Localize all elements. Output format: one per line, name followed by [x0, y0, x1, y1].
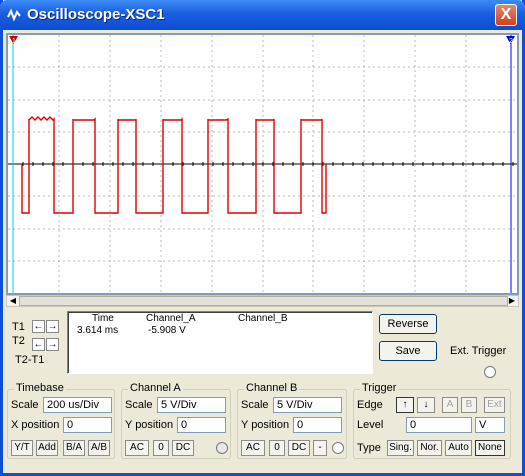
t2-left-button[interactable]: ←	[32, 338, 45, 351]
reverse-button[interactable]: Reverse	[379, 314, 437, 334]
trigger-b-button[interactable]: B	[461, 397, 477, 413]
channel-a-ac-button[interactable]: AC	[125, 440, 149, 456]
scroll-right-icon[interactable]: ▶	[506, 296, 518, 306]
channel-a-scale-label: Scale	[125, 399, 153, 411]
channel-b-terminal[interactable]	[332, 442, 344, 454]
header-channel-a: Channel_A	[146, 313, 196, 324]
channel-b-ypos-field[interactable]: 0	[293, 417, 342, 433]
type-none-button[interactable]: None	[475, 440, 505, 456]
level-field[interactable]: 0	[406, 417, 472, 433]
center-axis	[8, 162, 517, 166]
level-label: Level	[357, 419, 384, 431]
channel-b-ypos-label: Y position	[241, 419, 290, 431]
t2-right-button[interactable]: →	[46, 338, 59, 351]
timebase-scale-label: Scale	[11, 399, 39, 411]
channel-b-scale-field[interactable]: 5 V/Div	[273, 397, 342, 413]
ext-trigger-label: Ext. Trigger	[450, 345, 507, 357]
close-button[interactable]: X	[495, 4, 517, 26]
channel-a-group: Channel A Scale 5 V/Div Y position 0 AC …	[121, 382, 231, 459]
channel-a-terminal[interactable]	[216, 442, 228, 454]
title-bar[interactable]: Oscilloscope-XSC1 X	[0, 0, 525, 30]
cursor-readout: Time Channel_A Channel_B 3.614 ms -5.908…	[67, 311, 373, 374]
t1-right-button[interactable]: →	[46, 320, 59, 333]
oscilloscope-window: Oscilloscope-XSC1 X 1 2 ◀ ▶ T1 ← → T2 ← …	[0, 0, 525, 476]
t2-t1-label: T2-T1	[15, 354, 45, 366]
scope-plot: 1 2	[8, 35, 517, 293]
mode-add-button[interactable]: Add	[36, 440, 58, 456]
scope-display[interactable]: 1 2	[6, 33, 519, 295]
mode-ba-button[interactable]: B/A	[63, 440, 85, 456]
timebase-group: Timebase Scale 200 us/Div X position 0 Y…	[7, 382, 115, 459]
type-single-button[interactable]: Sing.	[387, 440, 414, 456]
timebase-title: Timebase	[14, 382, 66, 394]
header-time: Time	[92, 313, 114, 324]
channel-a-scale-field[interactable]: 5 V/Div	[157, 397, 226, 413]
channel-b-dc-button[interactable]: DC	[288, 440, 310, 456]
header-channel-b: Channel_B	[238, 313, 288, 324]
channel-b-zero-button[interactable]: 0	[269, 440, 285, 456]
trigger-a-button[interactable]: A	[442, 397, 458, 413]
trigger-title: Trigger	[360, 382, 399, 394]
ext-trigger-terminal[interactable]	[484, 366, 496, 378]
channel-b-title: Channel B	[244, 382, 300, 394]
channel-b-group: Channel B Scale 5 V/Div Y position 0 AC …	[237, 382, 347, 459]
window-title: Oscilloscope-XSC1	[27, 6, 165, 23]
t1-channel-a-value: -5.908 V	[148, 325, 186, 336]
t1-time-value: 3.614 ms	[77, 325, 119, 336]
rising-edge-button[interactable]: ↑	[396, 397, 414, 413]
level-unit-field[interactable]: V	[475, 417, 505, 433]
cursor-controls: T1 ← → T2 ← → T2-T1	[9, 313, 67, 373]
channel-b-ac-button[interactable]: AC	[241, 440, 265, 456]
trigger-group: Trigger Edge ↑ ↓ A B Ext Level 0 V Type …	[353, 382, 511, 459]
type-label: Type	[357, 442, 381, 454]
t1-left-button[interactable]: ←	[32, 320, 45, 333]
channel-b-minus-button[interactable]: -	[313, 440, 327, 456]
oscilloscope-icon	[7, 8, 21, 22]
x-position-field[interactable]: 0	[63, 417, 112, 433]
x-position-label: X position	[11, 419, 60, 431]
timebase-scale-field[interactable]: 200 us/Div	[43, 397, 112, 413]
t1-label: T1	[12, 321, 25, 333]
scroll-left-icon[interactable]: ◀	[7, 296, 19, 306]
scroll-thumb[interactable]	[19, 296, 508, 306]
t2-label: T2	[12, 335, 25, 347]
channel-a-title: Channel A	[128, 382, 183, 394]
channel-b-scale-label: Scale	[241, 399, 269, 411]
type-normal-button[interactable]: Nor.	[417, 440, 442, 456]
type-auto-button[interactable]: Auto	[445, 440, 472, 456]
mode-ab-button[interactable]: A/B	[88, 440, 110, 456]
horizontal-scrollbar[interactable]: ◀ ▶	[6, 295, 519, 307]
falling-edge-button[interactable]: ↓	[417, 397, 435, 413]
save-button[interactable]: Save	[379, 341, 437, 361]
channel-a-ypos-label: Y position	[125, 419, 174, 431]
edge-label: Edge	[357, 399, 383, 411]
channel-a-trace	[21, 116, 327, 214]
trigger-ext-button[interactable]: Ext	[484, 397, 505, 413]
channel-a-zero-button[interactable]: 0	[153, 440, 169, 456]
channel-a-dc-button[interactable]: DC	[172, 440, 194, 456]
t2-marker-label: 2	[509, 38, 513, 45]
mode-yt-button[interactable]: Y/T	[11, 440, 33, 456]
t1-marker-label: 1	[12, 38, 16, 45]
channel-a-ypos-field[interactable]: 0	[177, 417, 226, 433]
